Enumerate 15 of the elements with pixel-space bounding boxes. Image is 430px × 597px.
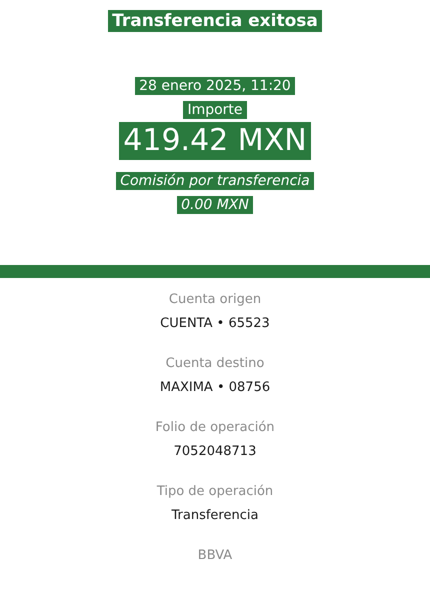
- footer-text: BBVA: [198, 547, 232, 565]
- detail-value: CUENTA • 65523: [160, 315, 270, 333]
- detail-value: Transferencia: [172, 507, 258, 525]
- date-text: 28 enero 2025, 11:20: [135, 77, 295, 95]
- detail-label: Cuenta destino: [166, 355, 264, 373]
- amount-text: 419.42 MXN: [119, 122, 311, 160]
- detail-label: Folio de operación: [155, 419, 275, 437]
- detail-label: Tipo de operación: [156, 483, 274, 501]
- amount-label: Importe: [183, 101, 247, 119]
- fee-label: Comisión por transferencia: [116, 172, 314, 190]
- detail-value: 7052048713: [174, 443, 256, 461]
- detail-value: MAXIMA • 08756: [160, 379, 270, 397]
- title: Transferencia exitosa: [108, 10, 322, 32]
- fee-amount: 0.00 MXN: [177, 196, 253, 214]
- detail-label: Cuenta origen: [168, 291, 262, 309]
